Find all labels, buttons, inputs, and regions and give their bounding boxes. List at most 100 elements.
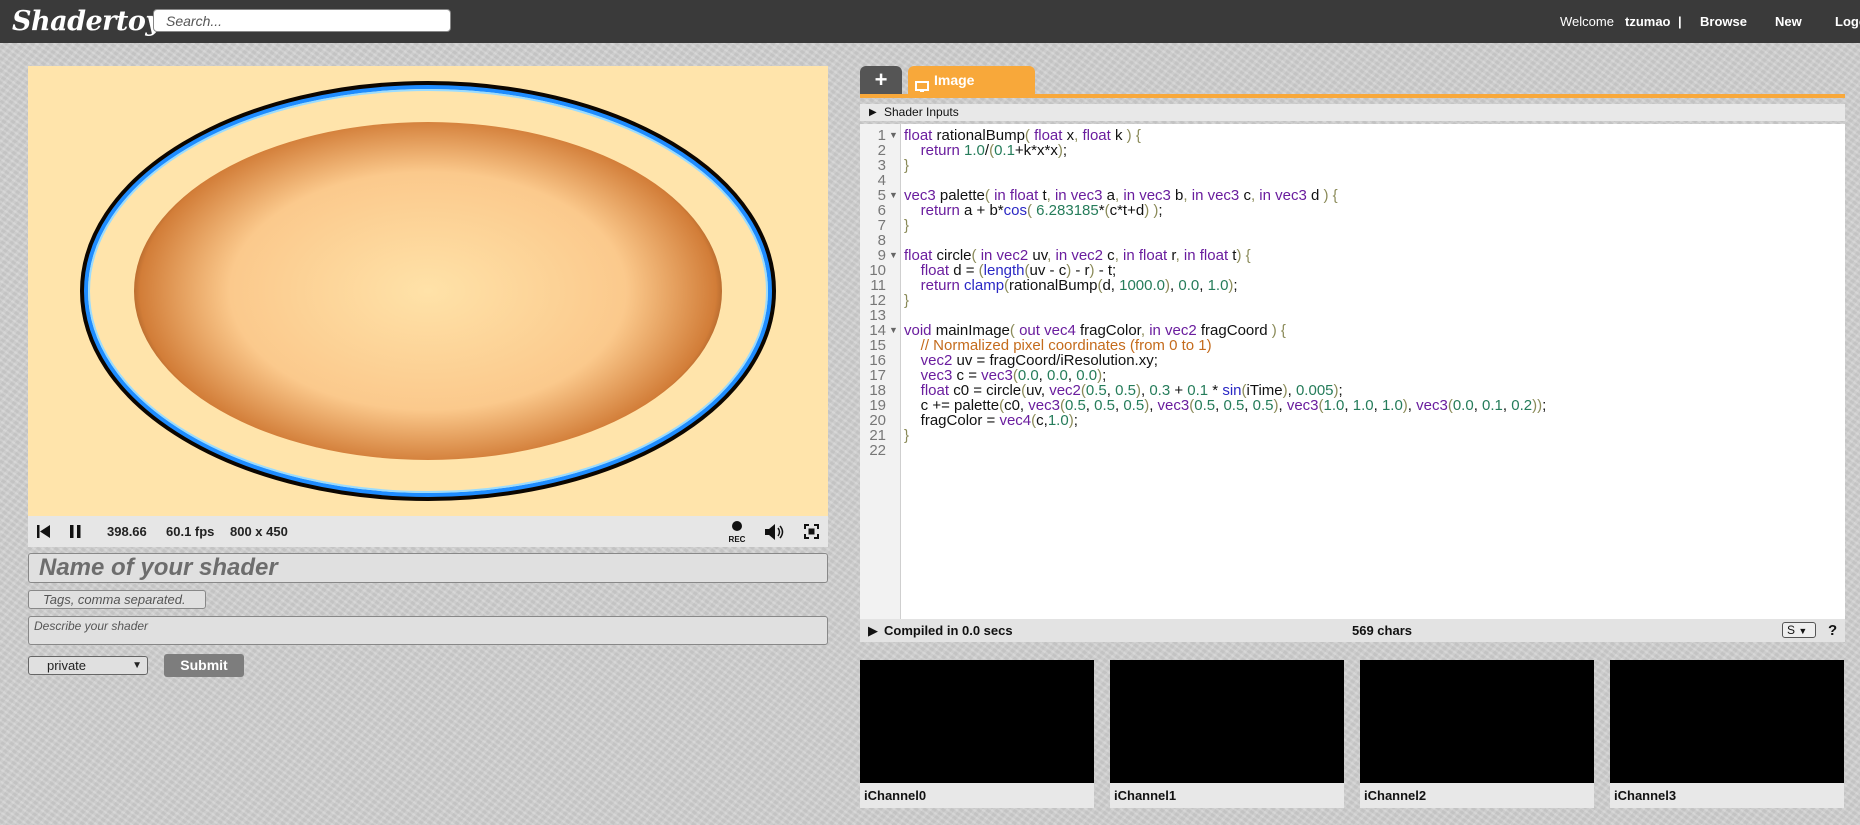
tab-image[interactable]: Image: [908, 66, 1035, 94]
add-tab-button[interactable]: +: [860, 66, 902, 94]
code-token: ;: [1158, 202, 1163, 219]
code-token: 1.0: [1047, 412, 1069, 429]
code-token: ;: [1073, 412, 1078, 429]
font-size-value: S: [1787, 623, 1796, 637]
code-line[interactable]: float rationalBump( float x, float k ) {: [904, 128, 1141, 143]
tags-input[interactable]: Tags, comma separated.: [28, 590, 206, 609]
shader-preview-canvas[interactable]: [28, 66, 828, 516]
code-token: 0.5: [1194, 397, 1216, 414]
shadertoy-logo[interactable]: Shadertoy: [12, 6, 161, 37]
code-token: ,: [1278, 397, 1287, 414]
pause-icon[interactable]: [70, 524, 81, 539]
font-size-select[interactable]: S ▼: [1782, 622, 1816, 638]
channel-slot-3[interactable]: iChannel3: [1610, 660, 1844, 808]
fold-toggle-icon[interactable]: ▼: [889, 248, 898, 263]
skip-back-icon[interactable]: [37, 524, 50, 539]
fold-toggle-icon[interactable]: ▼: [889, 128, 898, 143]
volume-icon[interactable]: [765, 523, 785, 541]
description-input[interactable]: Describe your shader: [28, 616, 828, 645]
code-line[interactable]: fragColor = vec4(c,1.0);: [904, 413, 1078, 428]
code-editor[interactable]: 1 ▼ 2 3 4 5 ▼ 6 7 8 9 ▼ 10 11 12 13 14 ▼ 15 16 17 18 19 20 21 22 …: [860, 124, 1845, 619]
search-input[interactable]: [153, 9, 451, 32]
code-line[interactable]: return a + b*cos( 6.283185*(c*t+d) );: [904, 203, 1163, 218]
code-token: ) {: [1267, 322, 1286, 339]
code-line[interactable]: }: [904, 158, 909, 173]
channel-slot-1[interactable]: iChannel1: [1110, 660, 1344, 808]
fold-toggle-icon[interactable]: ▼: [889, 188, 898, 203]
line-number: 8: [877, 232, 886, 249]
channel-slot-0[interactable]: iChannel0: [860, 660, 1094, 808]
code-token: d,: [1102, 277, 1120, 294]
record-icon[interactable]: REC: [726, 520, 748, 544]
code-token: ) {: [1122, 127, 1141, 144]
new-link[interactable]: New: [1775, 14, 1802, 29]
fold-toggle-icon[interactable]: ▼: [889, 323, 898, 338]
code-token: vec3: [1416, 397, 1448, 414]
code-line[interactable]: vec3 c = vec3(0.0, 0.0, 0.0);: [904, 368, 1107, 383]
code-token: ,: [1199, 277, 1208, 294]
code-token: ) {: [1319, 187, 1338, 204]
code-line[interactable]: }: [904, 218, 909, 233]
ring-render: [28, 66, 828, 516]
compile-status: Compiled in 0.0 secs: [884, 623, 1013, 638]
privacy-select[interactable]: private ▼: [28, 656, 148, 675]
code-token: a + b*: [959, 202, 1004, 219]
shader-inputs-toggle[interactable]: ▶ Shader Inputs: [860, 104, 1845, 121]
code-line[interactable]: vec3 palette( in float t, in vec3 a, in …: [904, 188, 1338, 203]
line-number: 13: [869, 307, 886, 324]
code-token: ,: [1183, 187, 1192, 204]
code-token: 0.0: [1178, 277, 1200, 294]
code-token: rationalBump: [1009, 277, 1098, 294]
code-token: 0.1: [1482, 397, 1503, 414]
channel-thumbnail[interactable]: [860, 660, 1094, 783]
code-token: 0.1: [994, 142, 1015, 159]
line-number: 4: [877, 172, 886, 189]
channel-thumbnail[interactable]: [1360, 660, 1594, 783]
code-line[interactable]: vec2 uv = fragCoord/iResolution.xy;: [904, 353, 1158, 368]
code-token: ;: [1542, 397, 1547, 414]
code-line[interactable]: return 1.0/(0.1+k*x*x);: [904, 143, 1067, 158]
username-link[interactable]: tzumao: [1625, 14, 1671, 29]
code-token: clamp: [964, 277, 1005, 294]
submit-button[interactable]: Submit: [164, 654, 244, 677]
code-token: in vec3: [1191, 187, 1240, 204]
login-link[interactable]: Logo: [1835, 14, 1860, 29]
channel-thumbnail[interactable]: [1110, 660, 1344, 783]
code-line[interactable]: }: [904, 293, 909, 308]
chevron-down-icon: ▼: [132, 660, 142, 671]
line-number: 3: [877, 157, 886, 174]
code-line[interactable]: // Normalized pixel coordinates (from 0 …: [904, 338, 1212, 353]
code-token: 1.0: [1381, 397, 1403, 414]
code-line[interactable]: }: [904, 428, 909, 443]
code-token: ;: [1233, 277, 1238, 294]
line-number: 7: [877, 217, 886, 234]
privacy-selected-value: private: [47, 658, 87, 673]
code-line[interactable]: float d = (length(uv - c) - r) - t;: [904, 263, 1117, 278]
code-line[interactable]: c += palette(c0, vec3(0.5, 0.5, 0.5), ve…: [904, 397, 1547, 414]
code-token: cos: [1003, 202, 1027, 219]
caret-right-icon: ▶: [869, 107, 877, 118]
channel-thumbnail[interactable]: [1610, 660, 1844, 783]
code-line[interactable]: void mainImage( out vec4 fragColor, in v…: [904, 323, 1286, 338]
code-token: vec3: [1286, 397, 1319, 414]
code-token: r: [1167, 247, 1176, 264]
browse-link[interactable]: Browse: [1700, 14, 1747, 29]
chevron-down-icon: ▼: [1798, 626, 1808, 636]
code-line[interactable]: float c0 = circle(uv, vec2(0.5, 0.5), 0.…: [904, 383, 1343, 398]
char-count: 569 chars: [1352, 623, 1412, 638]
channel-slot-2[interactable]: iChannel2: [1360, 660, 1594, 808]
code-token: 1000.0: [1119, 277, 1166, 294]
help-button[interactable]: ?: [1828, 619, 1837, 642]
code-line[interactable]: float circle( in vec2 uv, in vec2 c, in …: [904, 248, 1251, 263]
top-nav-bar: Shadertoy Welcome tzumao | Browse New Lo…: [0, 0, 1860, 43]
line-number: 15: [869, 337, 886, 354]
code-token: in float: [1183, 247, 1229, 264]
fullscreen-icon[interactable]: [804, 524, 819, 539]
line-number: 1: [877, 127, 886, 144]
code-line[interactable]: return clamp(rationalBump(d, 1000.0), 0.…: [904, 278, 1238, 293]
compile-button[interactable]: ▶: [868, 619, 878, 642]
code-token: 0.5: [1123, 397, 1145, 414]
shader-name-input[interactable]: Name of your shader: [28, 553, 828, 583]
line-number: 5: [877, 187, 886, 204]
code-token: ,: [1244, 397, 1253, 414]
